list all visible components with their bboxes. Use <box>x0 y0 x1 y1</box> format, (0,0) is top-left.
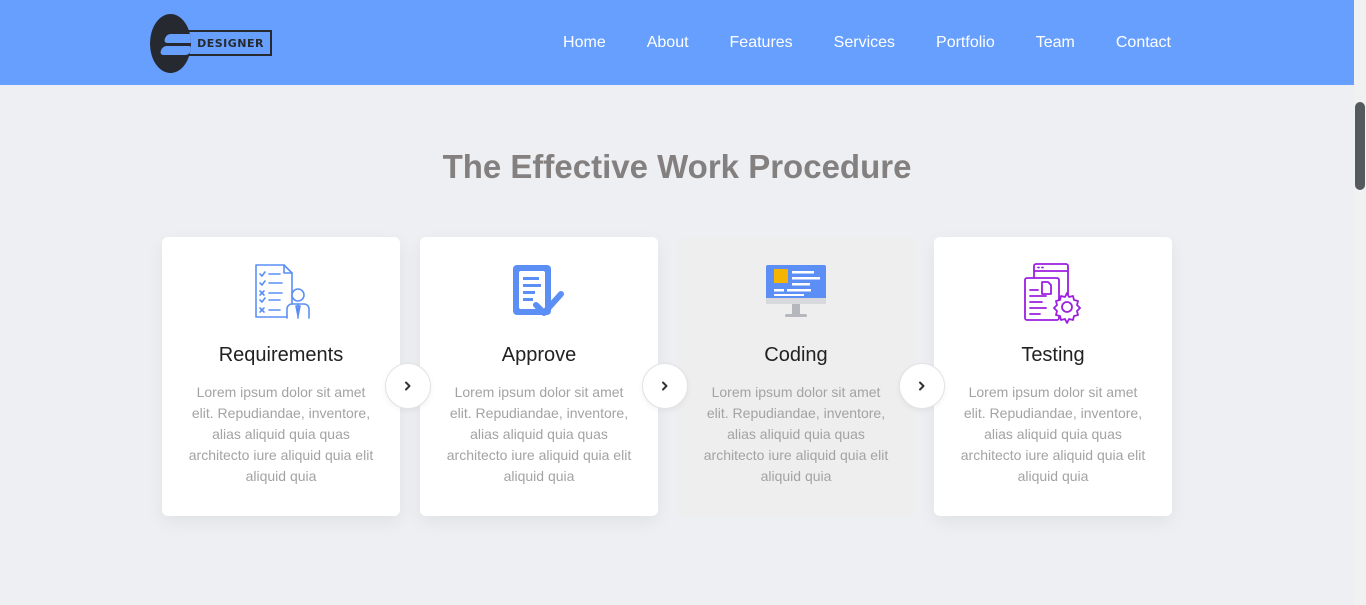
card-title: Coding <box>764 344 828 366</box>
main-nav: Home About Features Services Portfolio T… <box>563 0 1171 85</box>
card-description: Lorem ipsum dolor sit amet elit. Repudia… <box>446 384 632 484</box>
section-title: The Effective Work Procedure <box>442 148 912 185</box>
card-description: Lorem ipsum dolor sit amet elit. Repudia… <box>703 384 889 484</box>
testing-gear-icon <box>1024 263 1081 324</box>
approve-document-icon <box>513 265 564 316</box>
card-requirements[interactable]: Requirements Lorem ipsum dolor sit amet … <box>162 237 400 516</box>
card-description: Lorem ipsum dolor sit amet elit. Repudia… <box>188 384 374 484</box>
chevron-right-icon <box>662 381 668 391</box>
card-title: Approve <box>501 344 577 366</box>
card-title: Testing <box>1021 344 1085 366</box>
next-step-button[interactable] <box>642 363 688 409</box>
page-scrollbar[interactable] <box>1354 0 1366 605</box>
nav-contact[interactable]: Contact <box>1116 34 1171 52</box>
nav-services[interactable]: Services <box>834 34 895 52</box>
logo[interactable]: DESIGNER <box>150 13 272 73</box>
card-testing[interactable]: Testing Lorem ipsum dolor sit amet elit.… <box>934 237 1172 516</box>
site-header: DESIGNER Home About Features Services Po… <box>0 0 1354 85</box>
nav-portfolio[interactable]: Portfolio <box>936 34 995 52</box>
logo-text: DESIGNER <box>185 30 272 56</box>
logo-mark-icon <box>150 13 192 73</box>
next-step-button[interactable] <box>385 363 431 409</box>
requirements-checklist-icon <box>255 264 310 319</box>
card-coding[interactable]: Coding Lorem ipsum dolor sit amet elit. … <box>677 237 915 516</box>
card-title: Requirements <box>218 344 344 366</box>
nav-team[interactable]: Team <box>1036 34 1075 52</box>
nav-features[interactable]: Features <box>730 34 793 52</box>
nav-home[interactable]: Home <box>563 34 606 52</box>
nav-about[interactable]: About <box>647 34 689 52</box>
procedure-cards: Requirements Lorem ipsum dolor sit amet … <box>162 237 1172 517</box>
chevron-right-icon <box>405 381 411 391</box>
card-approve[interactable]: Approve Lorem ipsum dolor sit amet elit.… <box>420 237 658 516</box>
coding-monitor-icon <box>766 265 826 317</box>
scrollbar-thumb[interactable] <box>1355 102 1365 190</box>
chevron-right-icon <box>919 381 925 391</box>
next-step-button[interactable] <box>899 363 945 409</box>
card-description: Lorem ipsum dolor sit amet elit. Repudia… <box>960 384 1146 484</box>
